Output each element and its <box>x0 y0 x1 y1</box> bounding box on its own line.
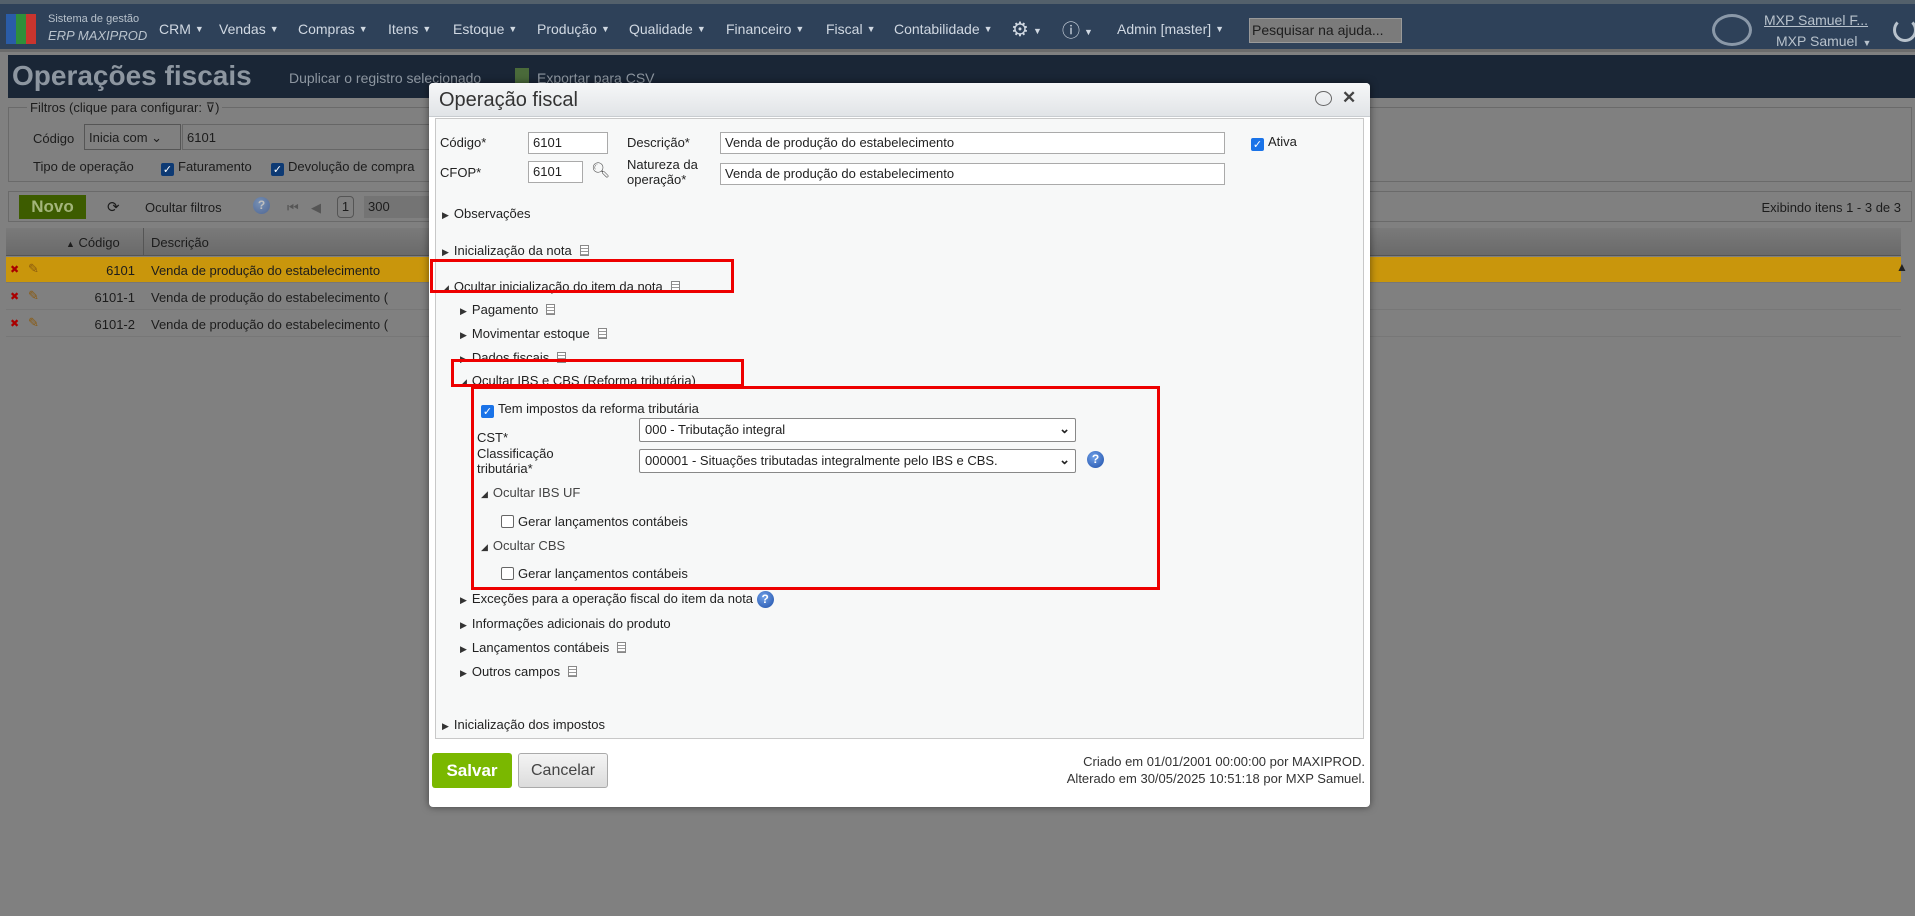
menu-estoque[interactable]: Estoque ▼ <box>453 21 517 37</box>
section-observacoes[interactable]: ▶ Observações <box>442 206 531 221</box>
natureza-input[interactable]: Venda de produção do estabelecimento <box>720 163 1225 185</box>
search-icon[interactable]: 🔍︎ <box>591 161 610 179</box>
descricao-input[interactable]: Venda de produção do estabelecimento <box>720 132 1225 154</box>
highlight-box <box>451 359 744 387</box>
menu-producao[interactable]: Produção ▼ <box>537 21 610 37</box>
highlight-box <box>430 259 734 293</box>
page-size-select[interactable]: 300 <box>364 196 434 218</box>
section-init-impostos[interactable]: ▶ Inicialização dos impostos <box>442 717 605 732</box>
section-outros-campos[interactable]: ▶ Outros campos <box>460 664 578 679</box>
type-devolucao[interactable]: ✓ Devolução de compra <box>271 159 414 176</box>
user-link[interactable]: MXP Samuel F... <box>1764 12 1868 28</box>
menu-qualidade[interactable]: Qualidade ▼ <box>629 21 706 37</box>
edit-icon[interactable]: ✎ <box>28 288 39 304</box>
code-mode-select[interactable]: Inicia com ⌄ <box>84 124 181 150</box>
delete-icon[interactable]: ✖ <box>10 263 19 276</box>
scroll-up-arrow[interactable]: ▲ <box>1896 260 1908 274</box>
first-page-icon[interactable]: ⏮ <box>287 200 299 216</box>
menu-contabilidade[interactable]: Contabilidade ▼ <box>894 21 993 37</box>
notes-icon <box>579 245 589 256</box>
notes-icon <box>568 666 578 677</box>
menu-vendas[interactable]: Vendas ▼ <box>219 21 279 37</box>
new-button[interactable]: Novo <box>19 195 86 219</box>
section-lancamentos[interactable]: ▶ Lançamentos contábeis <box>460 640 627 655</box>
menu-crm[interactable]: CRM ▼ <box>159 21 204 37</box>
col-codigo[interactable]: ▲ Código <box>66 235 120 250</box>
user-menu[interactable]: MXP Samuel ▼ <box>1776 33 1871 49</box>
codigo-input[interactable]: 6101 <box>528 132 608 154</box>
chat-icon[interactable] <box>1712 14 1752 46</box>
prev-page-icon[interactable]: ◀ <box>311 200 321 216</box>
edit-icon[interactable]: ✎ <box>28 315 39 331</box>
section-pagamento[interactable]: ▶ Pagamento <box>460 302 556 317</box>
section-init-nota[interactable]: ▶ Inicialização da nota <box>442 243 589 258</box>
codigo-label: Código* <box>440 135 487 150</box>
notes-icon <box>546 304 556 315</box>
highlight-box <box>471 386 1160 590</box>
row-desc: Venda de produção do estabelecimento ( <box>151 290 389 305</box>
section-movimentar[interactable]: ▶ Movimentar estoque <box>460 326 607 341</box>
refresh-icon[interactable]: ⟳ <box>107 198 120 216</box>
section-excecoes[interactable]: ▶ Exceções para a operação fiscal do item… <box>460 591 774 608</box>
cancel-button[interactable]: Cancelar <box>518 753 608 788</box>
ativa-checkbox[interactable]: ✓ Ativa <box>1251 134 1297 151</box>
power-icon[interactable] <box>1893 18 1915 42</box>
logo-line2: ERP MAXIPROD <box>48 28 148 43</box>
cfop-input[interactable]: 6101 <box>528 161 583 183</box>
help-icon[interactable]: ? <box>756 591 774 608</box>
logo-line1: Sistema de gestão <box>48 13 140 25</box>
row-desc: Venda de produção do estabelecimento <box>151 263 381 278</box>
section-info-adicionais[interactable]: ▶ Informações adicionais do produto <box>460 616 671 631</box>
dialog-titlebar: Operação fiscal ✕ <box>429 83 1370 117</box>
fiscal-operation-dialog: Operação fiscal ✕ Código* 6101 Descrição… <box>429 83 1370 807</box>
menu-fiscal[interactable]: Fiscal ▼ <box>826 21 875 37</box>
page-title: Operações fiscais <box>12 60 252 91</box>
type-faturamento[interactable]: ✓ Faturamento <box>161 159 252 176</box>
row-code: 6101-1 <box>94 290 135 305</box>
save-button[interactable]: Salvar <box>432 753 512 788</box>
row-desc: Venda de produção do estabelecimento ( <box>151 317 389 332</box>
gear-icon[interactable]: ⚙ ▼ <box>1011 17 1042 42</box>
dialog-title: Operação fiscal <box>439 89 578 111</box>
cfop-label: CFOP* <box>440 165 482 180</box>
notes-icon <box>617 642 627 653</box>
natureza-label: Natureza da operação* <box>627 157 698 187</box>
close-icon[interactable]: ✕ <box>1342 88 1356 108</box>
delete-icon[interactable]: ✖ <box>10 290 19 303</box>
menu-itens[interactable]: Itens ▼ <box>388 21 431 37</box>
logo-icon[interactable] <box>6 14 36 44</box>
filters-legend[interactable]: Filtros (clique para configurar: ⊽) <box>27 100 223 116</box>
help-circle-icon[interactable]: ⓘ ▼ <box>1062 17 1093 43</box>
audit-info: Criado em 01/01/2001 00:00:00 por MAXIPR… <box>1066 754 1365 786</box>
help-icon[interactable]: ? <box>253 197 270 214</box>
showing-count: Exibindo itens 1 - 3 de 3 <box>1761 200 1901 215</box>
menu-compras[interactable]: Compras ▼ <box>298 21 368 37</box>
menu-admin[interactable]: Admin [master] ▼ <box>1117 21 1224 37</box>
type-filter-label: Tipo de operação <box>33 159 134 174</box>
menu-financeiro[interactable]: Financeiro ▼ <box>726 21 804 37</box>
col-descricao[interactable]: Descrição <box>151 235 209 250</box>
notes-icon <box>597 328 607 339</box>
descricao-label: Descrição* <box>627 135 690 150</box>
code-filter-input[interactable]: 6101 <box>182 124 442 150</box>
row-code: 6101 <box>106 263 135 278</box>
help-search-input[interactable]: Pesquisar na ajuda... <box>1249 18 1402 43</box>
code-filter-label: Código <box>33 131 75 146</box>
edit-icon[interactable]: ✎ <box>28 261 39 277</box>
hide-filters-button[interactable]: Ocultar filtros <box>145 200 222 215</box>
top-nav: Sistema de gestão ERP MAXIPROD CRM ▼ Vend… <box>0 0 1915 52</box>
page-number-input[interactable]: 1 <box>337 196 354 218</box>
comment-icon[interactable] <box>1315 91 1332 106</box>
row-code: 6101-2 <box>94 317 135 332</box>
delete-icon[interactable]: ✖ <box>10 317 19 330</box>
